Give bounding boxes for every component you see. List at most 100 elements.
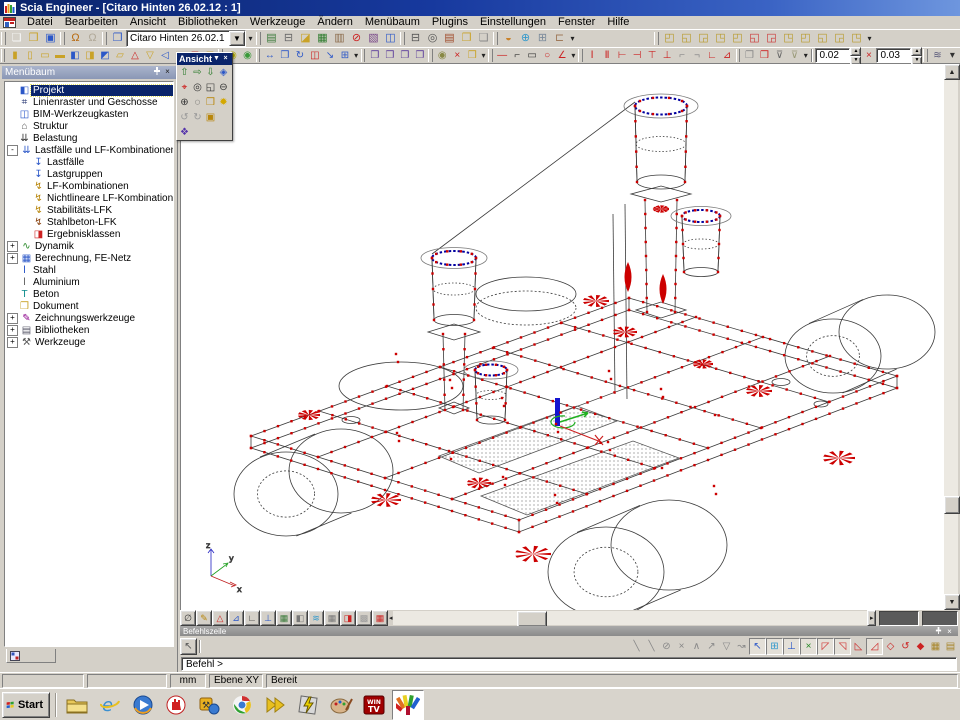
cursor-snap-icon[interactable]: ↖ — [749, 638, 766, 655]
beam-mark-1-icon[interactable]: Ⅰ — [585, 49, 600, 63]
beam-mark-9-icon[interactable]: ∟ — [705, 49, 720, 63]
move-icon[interactable]: ↔ — [262, 49, 277, 63]
tree-item-projekt[interactable]: ◧Projekt — [5, 84, 173, 96]
shading-icon[interactable]: ▦ — [276, 610, 292, 626]
project-browser-icon[interactable]: ❐ — [109, 31, 126, 46]
supports-display-icon[interactable]: △ — [212, 610, 228, 626]
table-input-icon[interactable]: ▦ — [928, 639, 943, 654]
wall-icon[interactable]: ◨ — [82, 49, 97, 63]
expand-icon[interactable]: + — [7, 337, 18, 348]
view-y-icon[interactable]: ⇨ — [191, 66, 204, 79]
midpoint-snap-icon[interactable]: ◹ — [834, 638, 851, 655]
eye-icon[interactable]: ◉ — [435, 49, 450, 63]
menu-fenster[interactable]: Fenster — [552, 16, 601, 29]
tree-item-berechnung-fe-netz[interactable]: +▦Berechnung, FE-Netz — [5, 252, 173, 264]
palette-icon[interactable]: ◒ — [500, 31, 517, 46]
dropdown-arrow-icon[interactable]: ▾ — [352, 51, 359, 60]
view-params-icon[interactable]: ❒ — [204, 96, 217, 109]
hscroll-thumb[interactable] — [517, 611, 547, 627]
member-icon[interactable]: ▯ — [22, 49, 37, 63]
taskbar-file-explorer-icon[interactable] — [62, 691, 92, 719]
status-unit[interactable]: mm — [170, 674, 206, 688]
model-viewport[interactable]: xyz — [180, 64, 944, 610]
node-icon[interactable]: ▮ — [7, 49, 22, 63]
start-button[interactable]: Start — [2, 692, 50, 718]
opening-icon[interactable]: ◩ — [97, 49, 112, 63]
tree-item-bibliotheken[interactable]: +▤Bibliotheken — [5, 324, 173, 336]
clipboard-icon[interactable]: ▥ — [331, 31, 348, 46]
params-icon[interactable]: ≋ — [308, 610, 324, 626]
chevron-down-icon[interactable]: ▼ — [229, 31, 245, 46]
tree-item-bim-werkzeugkasten[interactable]: ◫BIM-Werkzeugkasten — [5, 108, 173, 120]
view-x-icon[interactable]: ⇧ — [178, 66, 191, 79]
snap-direction-icon[interactable]: ↗ — [704, 639, 719, 654]
catalog-3-icon[interactable]: ◲ — [695, 31, 712, 46]
menu-men-baum[interactable]: Menübaum — [359, 16, 426, 29]
tree-item-dynamik[interactable]: +∿Dynamik — [5, 240, 173, 252]
ucs-4-icon[interactable]: ❐ — [412, 49, 427, 63]
loads-display-icon[interactable]: ⊿ — [228, 610, 244, 626]
snap-line-icon[interactable]: ╲ — [629, 639, 644, 654]
catalog-4-icon[interactable]: ◳ — [712, 31, 729, 46]
snap-off-icon[interactable]: × — [674, 639, 689, 654]
dof-display-icon[interactable]: ▦ — [372, 610, 388, 626]
snap-size-spinner-value[interactable]: 0.02 — [815, 48, 850, 63]
catalog-11-icon[interactable]: ◲ — [831, 31, 848, 46]
filter-1-icon[interactable]: ⊽ — [772, 49, 787, 63]
frame-view-icon[interactable]: ◫ — [382, 31, 399, 46]
cell-input-icon[interactable]: ▤ — [943, 639, 958, 654]
scroll-right-icon[interactable]: ▸ — [867, 610, 876, 626]
close-icon[interactable]: × — [221, 54, 230, 64]
tree-item-struktur[interactable]: ⌂Struktur — [5, 120, 173, 132]
taskbar-internet-explorer-icon[interactable]: e — [95, 691, 125, 719]
beam-mark-2-icon[interactable]: Ⅱ — [600, 49, 615, 63]
beam-mark-8-icon[interactable]: ¬ — [690, 49, 705, 63]
snap-triangle-icon[interactable]: ▽ — [719, 639, 734, 654]
taskbar-wintv-icon[interactable]: WINTV — [359, 691, 389, 719]
tree-item-belastung[interactable]: ⇊Belastung — [5, 132, 173, 144]
menu-bearbeiten[interactable]: Bearbeiten — [59, 16, 124, 29]
catalog-7-icon[interactable]: ◲ — [763, 31, 780, 46]
taskbar-media-player-icon[interactable] — [128, 691, 158, 719]
expand-icon[interactable]: + — [7, 241, 18, 252]
ucs-icon[interactable]: ⌖ — [178, 81, 191, 94]
beam-mark-3-icon[interactable]: ⊢ — [615, 49, 630, 63]
tree-item-stabilit-ts-lfk[interactable]: ↯Stabilitäts-LFK — [5, 204, 173, 216]
beam-mark-7-icon[interactable]: ⌐ — [675, 49, 690, 63]
array-icon[interactable]: ⊞ — [337, 49, 352, 63]
catalog-12-icon[interactable]: ◳ — [848, 31, 865, 46]
menu-hilfe[interactable]: Hilfe — [601, 16, 635, 29]
accuracy-icon[interactable]: × — [861, 49, 876, 63]
catalog-10-icon[interactable]: ◱ — [814, 31, 831, 46]
tree-item-lf-kombinationen[interactable]: ↯LF-Kombinationen — [5, 180, 173, 192]
save-icon[interactable]: ▣ — [42, 31, 59, 46]
filter-2-icon[interactable]: ⊽ — [787, 49, 802, 63]
tree-item-zeichnungswerkzeuge[interactable]: +✎Zeichnungswerkzeuge — [5, 312, 173, 324]
new-icon[interactable]: ❏ — [8, 31, 25, 46]
grid-snap-icon[interactable]: ⊞ — [766, 638, 783, 655]
stretch-icon[interactable]: ↘ — [322, 49, 337, 63]
pin-icon[interactable] — [151, 67, 162, 78]
labels-display-icon[interactable]: ∟ — [244, 610, 260, 626]
menu-ansicht[interactable]: Ansicht — [124, 16, 172, 29]
beam-mark-6-icon[interactable]: ⊥ — [660, 49, 675, 63]
more-icon[interactable]: ▾ — [945, 49, 960, 63]
spin-up-icon[interactable]: ▲ — [911, 47, 922, 56]
clipping-box-icon[interactable]: ▣ — [204, 111, 217, 124]
scroll-down-icon[interactable]: ▼ — [944, 594, 960, 610]
light-icon[interactable]: ✹ — [217, 96, 230, 109]
dropdown-arrow-icon[interactable]: ▾ — [570, 51, 577, 60]
numbering-icon[interactable]: ▩ — [356, 610, 372, 626]
rotate-right-icon[interactable]: ↻ — [191, 111, 204, 124]
nearest-snap-icon[interactable]: ◺ — [851, 639, 866, 654]
undo-icon[interactable]: Ω — [67, 31, 84, 46]
rotate-left-icon[interactable]: ↺ — [178, 111, 191, 124]
table-export-icon[interactable]: ▦ — [314, 31, 331, 46]
perpendicular-snap-icon[interactable]: ◿ — [866, 638, 883, 655]
copy-icon[interactable]: ❐ — [277, 49, 292, 63]
menu-ndern[interactable]: Ändern — [311, 16, 358, 29]
select-cursor-icon[interactable]: ↖ — [180, 638, 197, 655]
beam-mark-5-icon[interactable]: ⊤ — [645, 49, 660, 63]
perspective-icon[interactable]: ∅ — [180, 610, 196, 626]
scroll-up-icon[interactable]: ▲ — [944, 64, 960, 80]
